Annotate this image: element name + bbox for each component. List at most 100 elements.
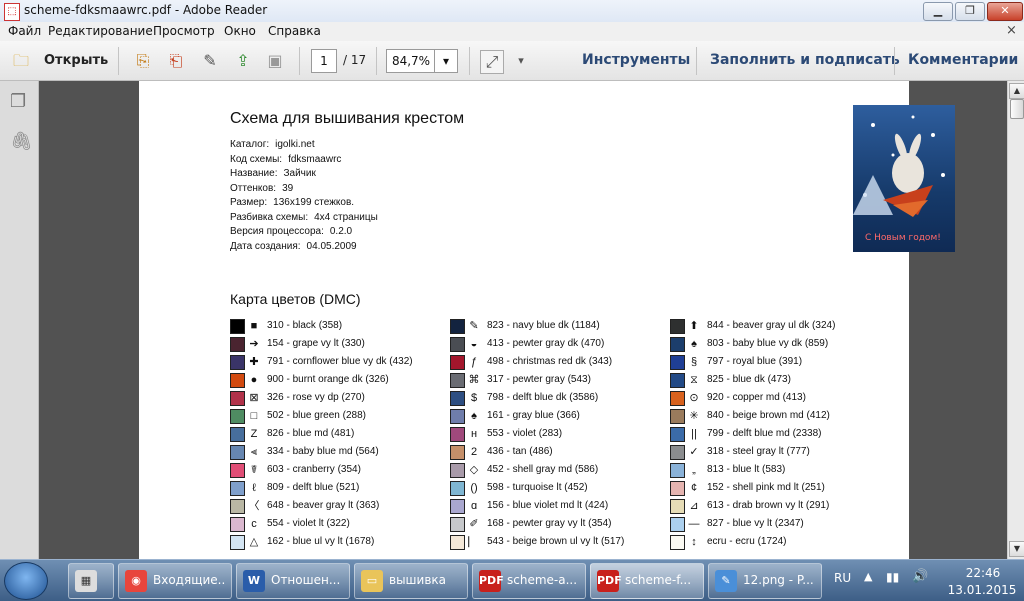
color-label: 326 - rose vy dp (270) xyxy=(267,392,365,403)
meta-value: 4x4 страницы xyxy=(314,211,378,223)
start-button[interactable] xyxy=(4,562,48,600)
color-swatch xyxy=(450,463,465,478)
page-number-input[interactable]: 1 xyxy=(311,49,337,73)
clock-date[interactable]: 13.01.2015 xyxy=(944,583,1020,597)
color-swatch xyxy=(670,409,685,424)
upload-icon[interactable]: ⇪ xyxy=(232,50,254,72)
taskbar-item[interactable]: ✎ 12.png - P... xyxy=(708,563,822,599)
color-swatch xyxy=(230,481,245,496)
taskbar-item-label: scheme-a... xyxy=(507,573,578,587)
pdf-page: Схема для вышивания крестом Каталог: igol… xyxy=(139,81,955,559)
color-row: н 553 - violet (283) xyxy=(450,426,660,442)
meta-key: Оттенков: xyxy=(230,182,277,194)
color-swatch xyxy=(450,535,465,550)
open-folder-icon[interactable]: 🗀 xyxy=(10,50,32,72)
taskbar-item[interactable]: PDF scheme-f... xyxy=(590,563,704,599)
meta-row: Код схемы: fdksmaawrc xyxy=(230,154,341,165)
color-label: 334 - baby blue md (564) xyxy=(267,446,379,457)
color-row: ⧖ 825 - blue dk (473) xyxy=(670,372,880,388)
edit-pdf-icon[interactable]: ⎗ xyxy=(165,50,187,72)
color-row: || 799 - delft blue md (2338) xyxy=(670,426,880,442)
color-row: ⎸ 543 - beige brown ul vy lt (517) xyxy=(450,534,660,550)
color-row: 〈 648 - beaver gray lt (363) xyxy=(230,498,440,514)
color-swatch xyxy=(670,355,685,370)
fill-sign-pane-button[interactable]: Заполнить и подписать xyxy=(710,52,900,68)
taskbar-item[interactable]: W Отношен... xyxy=(236,563,350,599)
color-swatch xyxy=(230,427,245,442)
menu-file[interactable]: Файл xyxy=(8,24,41,38)
close-doc-icon[interactable]: × xyxy=(1006,23,1017,38)
comments-pane-button[interactable]: Комментарии xyxy=(908,52,1018,68)
stitch-symbol: — xyxy=(688,518,700,530)
taskbar-item[interactable]: ▭ вышивка xyxy=(354,563,468,599)
color-row: ✐ 168 - pewter gray vy lt (354) xyxy=(450,516,660,532)
meta-row: Оттенков: 39 xyxy=(230,183,293,194)
color-label: 154 - grape vy lt (330) xyxy=(267,338,365,349)
meta-key: Код схемы: xyxy=(230,153,283,165)
tools-pane-button[interactable]: Инструменты xyxy=(582,52,690,68)
taskbar-item[interactable]: PDF scheme-a... xyxy=(472,563,586,599)
color-row: ℓ 809 - delft blue (521) xyxy=(230,480,440,496)
minimize-button[interactable]: ▁ xyxy=(923,2,953,21)
restore-button[interactable]: ❐ xyxy=(955,2,985,21)
attachment-icon[interactable]: 🖇 xyxy=(10,131,33,152)
color-label: 809 - delft blue (521) xyxy=(267,482,360,493)
open-button[interactable]: Открыть xyxy=(44,53,108,68)
color-label: 152 - shell pink md lt (251) xyxy=(707,482,825,493)
color-row: ◒ 413 - pewter gray dk (470) xyxy=(450,336,660,352)
create-pdf-icon[interactable]: ⎘ xyxy=(132,50,154,72)
stitch-symbol: ⧖ xyxy=(690,374,698,386)
color-label: 813 - blue lt (583) xyxy=(707,464,786,475)
color-row: ♠ 161 - gray blue (366) xyxy=(450,408,660,424)
color-row: — 827 - blue vy lt (2347) xyxy=(670,516,880,532)
meta-key: Каталог: xyxy=(230,139,270,150)
color-swatch xyxy=(450,517,465,532)
color-label: 825 - blue dk (473) xyxy=(707,374,791,385)
menu-edit[interactable]: Редактирование xyxy=(48,24,153,38)
zoom-input[interactable]: 84,7% xyxy=(386,49,436,73)
color-swatch xyxy=(670,535,685,550)
tray-expand-icon[interactable]: ▲ xyxy=(864,570,872,583)
chrome-icon: ◉ xyxy=(125,570,147,592)
clock-time[interactable]: 22:46 xyxy=(950,566,1016,580)
scroll-up-arrow-icon[interactable]: ▲ xyxy=(1009,83,1024,99)
page-thumbnails-icon[interactable]: ❐ xyxy=(10,91,26,112)
zoom-dropdown[interactable]: ▾ xyxy=(434,49,458,73)
menu-window[interactable]: Окно xyxy=(224,24,256,38)
language-indicator[interactable]: RU xyxy=(834,571,851,585)
color-swatch xyxy=(230,517,245,532)
taskbar-item[interactable]: ◉ Входящие... xyxy=(118,563,232,599)
title-bar: ⬚ scheme-fdksmaawrc.pdf - Adobe Reader ▁… xyxy=(0,0,1024,23)
taskbar: ▦ ◉ Входящие... W Отношен... ▭ вышивка PDF sche… xyxy=(0,559,1024,601)
volume-icon[interactable]: 🔊 xyxy=(912,569,928,584)
close-button[interactable]: ✕ xyxy=(987,2,1023,21)
meta-row: Разбивка схемы: 4x4 страницы xyxy=(230,212,378,223)
meta-row: Версия процессора: 0.2.0 xyxy=(230,226,352,237)
stitch-symbol: ◇ xyxy=(469,464,479,476)
color-row: ⫷ 334 - baby blue md (564) xyxy=(230,444,440,460)
color-label: 413 - pewter gray dk (470) xyxy=(487,338,605,349)
scroll-down-arrow-icon[interactable]: ▼ xyxy=(1009,541,1024,557)
color-label: 318 - steel gray lt (777) xyxy=(707,446,810,457)
color-label: 310 - black (358) xyxy=(267,320,343,331)
document-viewer[interactable]: Схема для вышивания крестом Каталог: igol… xyxy=(39,81,1007,559)
fit-page-icon[interactable]: ⤢ xyxy=(480,50,504,74)
color-row: □ 502 - blue green (288) xyxy=(230,408,440,424)
stitch-symbol: 〈 xyxy=(248,500,260,512)
color-swatch xyxy=(230,463,245,478)
calculator-pinned[interactable]: ▦ xyxy=(68,563,114,599)
network-icon[interactable]: ▮▮ xyxy=(886,570,899,584)
navigation-pane: ❐ 🖇 xyxy=(0,81,39,559)
paint-icon: ✎ xyxy=(715,570,737,592)
stitch-symbol: „ xyxy=(692,464,696,476)
stitch-symbol: ✓ xyxy=(689,446,699,458)
save-icon[interactable]: ▣ xyxy=(264,50,286,72)
sign-icon[interactable]: ✎ xyxy=(199,50,221,72)
menu-help[interactable]: Справка xyxy=(268,24,321,38)
vertical-scrollbar[interactable]: ▲ ▼ xyxy=(1007,81,1024,559)
toolbar: 🗀 Открыть ⎘ ⎗ ✎ ⇪ ▣ 1 / 17 84,7% ▾ ⤢ ▾ И… xyxy=(0,41,1024,81)
menu-view[interactable]: Просмотр xyxy=(153,24,215,38)
scroll-thumb[interactable] xyxy=(1010,99,1024,119)
toolbar-more-icon[interactable]: ▾ xyxy=(510,50,532,72)
chevron-down-icon: ▾ xyxy=(442,54,450,68)
